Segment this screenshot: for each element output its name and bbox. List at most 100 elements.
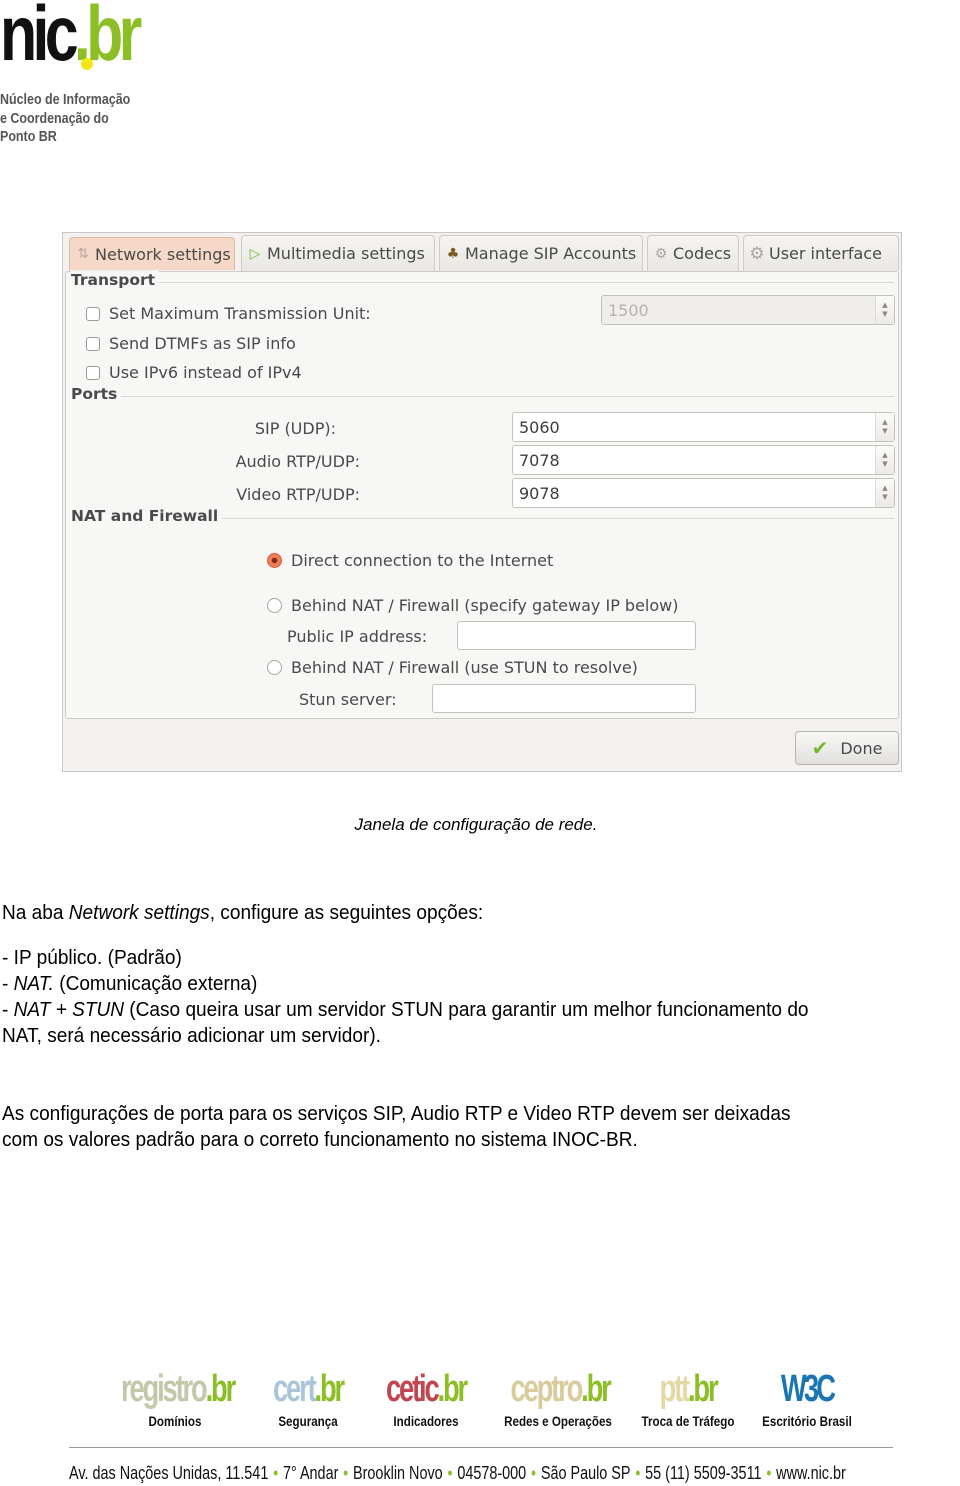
nat-stun-option[interactable]: Behind NAT / Firewall (use STUN to resol… (267, 658, 638, 677)
stun-server-label: Stun server: (299, 690, 397, 709)
bullet-separator: • (635, 1463, 641, 1483)
bullet-separator: • (447, 1463, 453, 1483)
partner-logo-suffix: .br (205, 1368, 237, 1410)
chevron-up-icon[interactable]: ▲ (882, 418, 887, 427)
partner-logo: registro.br (121, 1368, 236, 1410)
list-text: (Comunicação externa) (53, 972, 258, 995)
tab-network-settings[interactable]: ⇅ Network settings (69, 237, 235, 270)
bullet-separator: • (531, 1463, 537, 1483)
ipv6-label: Use IPv6 instead of IPv4 (109, 363, 302, 382)
partner-logo-name: cetic (385, 1368, 440, 1410)
dtmf-label: Send DTMFs as SIP info (109, 334, 296, 353)
address-part: 04578-000 (457, 1463, 527, 1483)
address-part: 7° Andar (282, 1463, 339, 1483)
partner-logo-name: registro (121, 1368, 208, 1410)
chevron-down-icon[interactable]: ▼ (882, 460, 887, 469)
partner-description: Segurança (278, 1414, 338, 1429)
tab-label: Network settings (95, 244, 231, 264)
tab-label: Multimedia settings (267, 244, 425, 263)
gears-icon: ⚙ (654, 245, 668, 262)
spin-arrows[interactable]: ▲ ▼ (875, 296, 894, 324)
partner-w3c: W3C Escritório Brasil (752, 1368, 862, 1429)
chevron-down-icon[interactable]: ▼ (882, 310, 887, 319)
audio-port-value: 7078 (519, 451, 560, 470)
list-item-public-ip: - IP público. (Padrão) (2, 946, 182, 969)
partner-description: Redes e Operações (504, 1414, 612, 1429)
intro-text: , configure as seguintes opções: (209, 901, 484, 924)
transport-group-title: Transport (71, 271, 160, 289)
partner-description: Indicadores (393, 1414, 459, 1429)
sip-port-label: SIP (UDP): (254, 419, 336, 438)
tab-label: Codecs (673, 244, 732, 263)
mtu-label: Set Maximum Transmission Unit: (109, 304, 371, 323)
nat-gateway-option[interactable]: Behind NAT / Firewall (specify gateway I… (267, 596, 678, 615)
partner-logo-name: ceptro (510, 1368, 583, 1410)
chevron-up-icon[interactable]: ▲ (882, 484, 887, 493)
chevron-down-icon[interactable]: ▼ (882, 427, 887, 436)
divider (116, 396, 894, 397)
ipv6-checkbox[interactable] (86, 365, 100, 380)
address-part: Av. das Nações Unidas, 11.541 (69, 1463, 269, 1483)
tab-label: User interface (769, 244, 882, 263)
website-link[interactable]: www.nic.br (776, 1463, 846, 1483)
partner-logo: ceptro.br (510, 1368, 611, 1410)
partner-registro-br: registro.br Domínios (100, 1368, 250, 1429)
mtu-checkbox[interactable] (86, 306, 100, 321)
partner-ptt-br: ptt.br Troca de Tráfego (632, 1368, 744, 1429)
logo-wordmark: nic.br (0, 0, 142, 72)
logo-subtitle-line: e Coordenação do (0, 110, 109, 127)
mtu-value: 1500 (608, 301, 649, 320)
partner-logo: cert.br (268, 1368, 349, 1410)
partner-logo-name: cert (272, 1368, 317, 1410)
list-emphasis: NAT. (13, 972, 54, 995)
tab-user-interface[interactable]: ⚙ User interface (743, 235, 899, 271)
direct-connection-option[interactable]: Direct connection to the Internet (267, 551, 553, 570)
spin-arrows[interactable]: ▲ ▼ (875, 413, 894, 441)
ports-paragraph-line: com os valores padrão para o correto fun… (2, 1128, 638, 1151)
tab-codecs[interactable]: ⚙ Codecs (647, 235, 739, 271)
bullet-separator: • (273, 1463, 279, 1483)
address-part: Brooklin Novo (353, 1463, 443, 1483)
partner-description: Domínios (148, 1414, 202, 1429)
spin-arrows[interactable]: ▲ ▼ (875, 479, 894, 507)
mtu-option[interactable]: Set Maximum Transmission Unit: (86, 304, 371, 323)
footer-address: Av. das Nações Unidas, 11.541 • 7° Andar • B… (69, 1463, 846, 1484)
sip-port-spinner[interactable]: 5060 ▲ ▼ (512, 412, 895, 442)
direct-connection-label: Direct connection to the Internet (291, 551, 554, 570)
spin-arrows[interactable]: ▲ ▼ (875, 446, 894, 474)
partner-logo-suffix: .br (437, 1368, 469, 1410)
logo-dot-icon (81, 58, 93, 70)
nat-stun-radio[interactable] (267, 660, 282, 675)
partner-logo-suffix: .br (314, 1368, 346, 1410)
partner-description: Troca de Tráfego (641, 1414, 735, 1429)
mtu-spinner[interactable]: 1500 ▲ ▼ (601, 295, 895, 325)
chevron-up-icon[interactable]: ▲ (882, 301, 887, 310)
dtmf-option[interactable]: Send DTMFs as SIP info (86, 334, 296, 353)
chevron-down-icon[interactable]: ▼ (882, 493, 887, 502)
accounts-icon: ♣ (446, 245, 460, 262)
list-item-nat-stun: - NAT + STUN (Caso queira usar um servid… (2, 997, 809, 1023)
nat-gateway-radio[interactable] (267, 598, 282, 613)
ipv6-option[interactable]: Use IPv6 instead of IPv4 (86, 363, 302, 382)
tab-manage-sip-accounts[interactable]: ♣ Manage SIP Accounts (439, 235, 643, 271)
play-icon: ▷ (249, 245, 261, 262)
dtmf-checkbox[interactable] (86, 336, 100, 351)
logo-nic-text: nic (0, 0, 79, 77)
public-ip-input[interactable] (457, 621, 696, 650)
chevron-up-icon[interactable]: ▲ (882, 451, 887, 460)
public-ip-label: Public IP address: (287, 627, 428, 646)
done-button[interactable]: ✔ Done (795, 731, 899, 765)
figure-caption: Janela de configuração de rede. (354, 815, 598, 834)
video-port-spinner[interactable]: 9078 ▲ ▼ (512, 478, 895, 508)
address-part: São Paulo SP (540, 1463, 631, 1483)
nat-group-title: NAT and Firewall (71, 507, 223, 525)
tab-multimedia-settings[interactable]: ▷ Multimedia settings (241, 235, 435, 271)
stun-server-input[interactable] (432, 684, 696, 713)
divider (216, 518, 894, 519)
bullet-separator: • (343, 1463, 349, 1483)
audio-port-spinner[interactable]: 7078 ▲ ▼ (512, 445, 895, 475)
partner-logo: W3C (767, 1368, 846, 1410)
intro-paragraph: Na aba Network settings, configure as se… (2, 900, 483, 926)
direct-connection-radio[interactable] (267, 553, 282, 568)
partner-logo-name: W3C (780, 1368, 836, 1410)
